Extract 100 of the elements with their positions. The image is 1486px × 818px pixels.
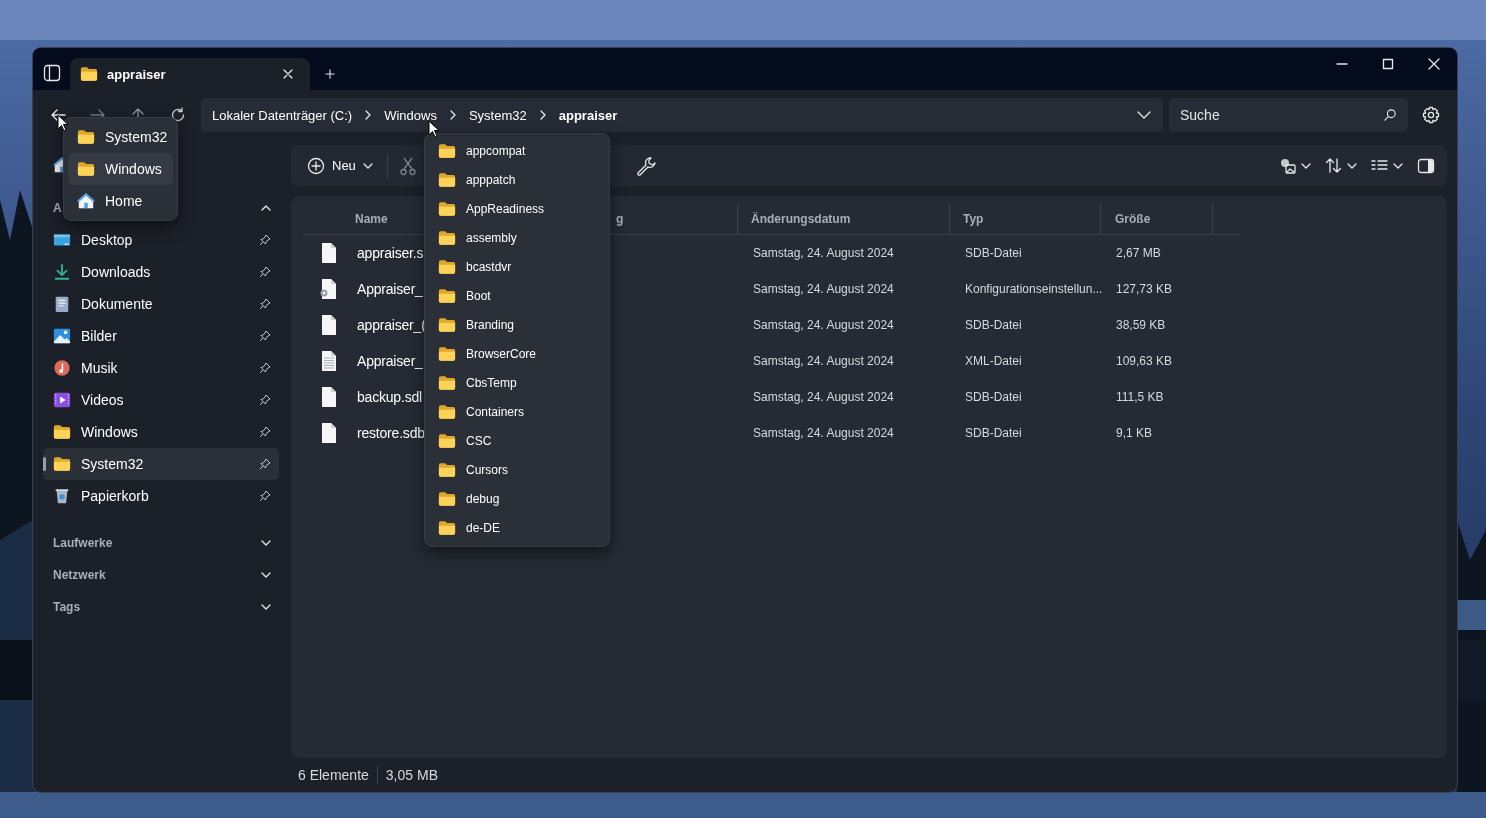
total-size: 3,05 MB xyxy=(385,767,438,783)
menu-item[interactable]: CbsTemp xyxy=(425,368,609,397)
table-cell-text: 111,5 KB xyxy=(1115,390,1165,404)
menu-item[interactable]: BrowserCore xyxy=(425,339,609,368)
section-header[interactable]: Laufwerke xyxy=(53,536,261,550)
table-cell-text: 127,73 KB xyxy=(1115,282,1174,296)
folder-icon xyxy=(438,460,456,479)
menu-item[interactable]: bcastdvr xyxy=(425,252,609,281)
sidebar-item[interactable]: Musik xyxy=(43,352,279,384)
sidebar-item[interactable]: Papierkorb xyxy=(43,480,279,512)
folder-icon xyxy=(438,170,456,189)
table-cell-text: Samstag, 24. August 2024 xyxy=(752,354,895,368)
section-header[interactable]: Netzwerk xyxy=(53,568,261,582)
folder-icon xyxy=(438,228,456,247)
menu-item[interactable]: Cursors xyxy=(425,455,609,484)
tab[interactable]: appraiser xyxy=(70,58,310,90)
address-bar[interactable]: Lokaler Datenträger (C:) Windows System32 appraiser xyxy=(201,98,1163,132)
chevron-down-icon[interactable] xyxy=(261,538,271,548)
menu-item[interactable]: debug xyxy=(425,484,609,513)
table-cell-text: Samstag, 24. August 2024 xyxy=(752,426,895,440)
column-header[interactable]: Größe xyxy=(1101,204,1213,234)
document-icon xyxy=(319,422,339,444)
folder-icon xyxy=(53,455,71,473)
refresh-icon xyxy=(170,107,186,123)
close-icon xyxy=(283,69,293,79)
file-name[interactable]: appraiser_( xyxy=(357,317,426,333)
menu-item[interactable]: CSC xyxy=(425,426,609,455)
table-cell-text: SDB-Datei xyxy=(964,246,1023,260)
home-icon xyxy=(77,192,95,210)
sidebar-item[interactable]: Dokumente xyxy=(43,288,279,320)
item-count: 6 Elemente xyxy=(298,767,369,783)
file-name[interactable]: appraiser.s xyxy=(357,245,424,261)
table-cell-text: 38,59 KB xyxy=(1115,318,1167,332)
folder-icon xyxy=(77,160,95,178)
sidebar-item[interactable]: Bilder xyxy=(43,320,279,352)
file-name[interactable]: restore.sdb xyxy=(357,425,425,441)
menu-item[interactable]: Branding xyxy=(425,310,609,339)
chevron-down-icon[interactable] xyxy=(261,570,271,580)
video-icon xyxy=(53,391,71,409)
folder-icon xyxy=(438,489,456,508)
chevron-down-icon[interactable] xyxy=(261,602,271,612)
menu-item[interactable]: System32 xyxy=(68,121,173,153)
file-name[interactable]: Appraiser_ xyxy=(357,353,423,369)
breadcrumb[interactable]: Windows xyxy=(384,107,437,123)
document-icon xyxy=(319,242,339,264)
cursor-icon xyxy=(57,114,69,132)
sidebar-item[interactable]: Videos xyxy=(43,384,279,416)
menu-item[interactable]: Windows xyxy=(68,153,173,185)
side-panel-icon xyxy=(1417,156,1435,175)
search-icon xyxy=(1384,109,1396,121)
image-icon xyxy=(1279,156,1297,175)
table-cell-text: SDB-Datei xyxy=(964,426,1023,440)
section-header[interactable]: Tags xyxy=(53,600,261,614)
file-name[interactable]: backup.sdl xyxy=(357,389,422,405)
menu-item[interactable]: AppReadiness xyxy=(425,194,609,223)
search-field[interactable]: Suche xyxy=(1169,98,1408,132)
table-cell-text: 9,1 KB xyxy=(1115,426,1154,440)
table-cell-text: 109,63 KB xyxy=(1115,354,1174,368)
folder-icon xyxy=(53,423,71,441)
column-header[interactable]: Name xyxy=(303,204,424,234)
text-file-icon xyxy=(319,350,339,372)
menu-item[interactable]: de-DE xyxy=(425,513,609,542)
gear-icon xyxy=(1422,106,1440,124)
folder-icon xyxy=(438,257,456,276)
table-cell-text: 2,67 MB xyxy=(1115,246,1162,260)
menu-item[interactable]: Containers xyxy=(425,397,609,426)
sidebar-item[interactable]: Desktop xyxy=(43,224,279,256)
column-header[interactable]: Typ xyxy=(950,204,1101,234)
settings-file-icon xyxy=(319,278,339,300)
sidebar-item[interactable]: Windows xyxy=(43,416,279,448)
folder-icon xyxy=(438,141,456,160)
menu-item[interactable]: appcompat xyxy=(425,136,609,165)
sidebar-item[interactable]: Downloads xyxy=(43,256,279,288)
table-cell-text: Konfigurationseinstellun... xyxy=(964,282,1101,296)
table-cell-text: Samstag, 24. August 2024 xyxy=(752,282,895,296)
breadcrumb[interactable]: Lokaler Datenträger (C:) xyxy=(212,107,353,123)
sidebar-toggle-icon[interactable] xyxy=(43,64,61,82)
menu-item[interactable]: Home xyxy=(68,185,173,217)
menu-item[interactable]: assembly xyxy=(425,223,609,252)
menu-item[interactable]: Boot xyxy=(425,281,609,310)
folder-icon xyxy=(80,65,98,83)
menu-item[interactable]: apppatch xyxy=(425,165,609,194)
table-cell-text: SDB-Datei xyxy=(964,390,1023,404)
file-name[interactable]: Appraiser_ xyxy=(357,281,423,297)
sort-arrows-icon xyxy=(1325,156,1343,175)
table-cell-text: Samstag, 24. August 2024 xyxy=(752,318,895,332)
document-icon xyxy=(319,386,339,408)
folder-icon xyxy=(438,402,456,421)
column-header[interactable]: Änderungsdatum xyxy=(738,204,950,234)
folder-icon xyxy=(438,286,456,305)
chevron-down-icon[interactable] xyxy=(1137,110,1151,120)
folder-icon xyxy=(77,128,95,146)
table-cell-text: Samstag, 24. August 2024 xyxy=(752,246,895,260)
plus-icon xyxy=(325,69,335,79)
folder-icon xyxy=(438,431,456,450)
breadcrumb[interactable]: appraiser xyxy=(558,107,618,123)
new-button[interactable]: Neu xyxy=(301,150,379,181)
chevron-up-icon[interactable] xyxy=(261,203,271,213)
breadcrumb[interactable]: System32 xyxy=(468,107,527,123)
sidebar-item[interactable]: System32 xyxy=(43,448,279,480)
